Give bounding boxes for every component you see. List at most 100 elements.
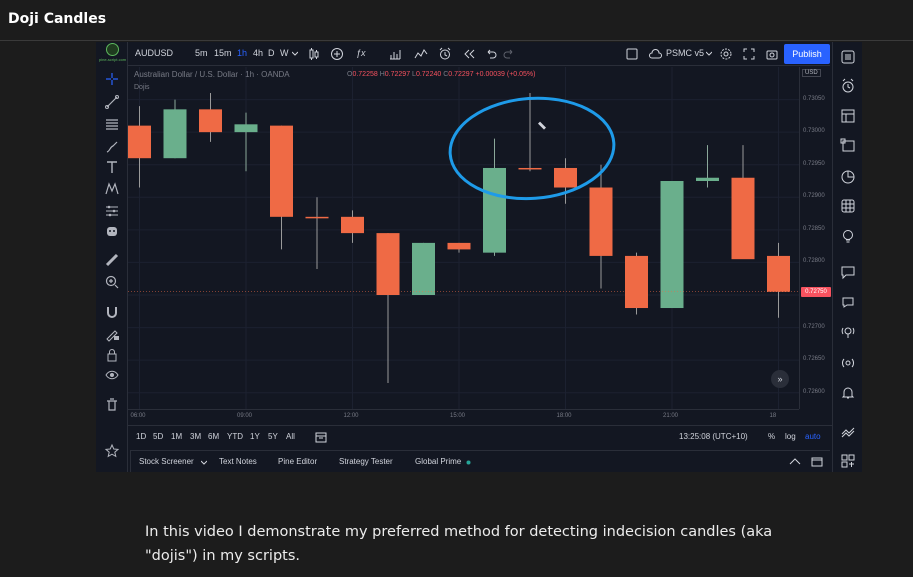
range-5y[interactable]: 5Y	[268, 432, 278, 441]
camera-icon[interactable]	[765, 47, 779, 61]
layout-select-icon[interactable]	[625, 47, 639, 61]
lock-icon[interactable]	[104, 347, 120, 363]
log-toggle[interactable]: log	[785, 432, 796, 441]
interval-15m[interactable]: 15m	[214, 48, 232, 58]
favorite-star-icon[interactable]	[104, 443, 120, 459]
fib-retracement-icon[interactable]	[104, 116, 120, 132]
streams-icon[interactable]	[840, 324, 856, 340]
settings-gear-icon[interactable]	[719, 47, 733, 61]
tab-stock-screener[interactable]: Stock Screener	[139, 457, 194, 466]
right-toolbar	[832, 42, 862, 472]
templates-icon[interactable]	[414, 47, 428, 61]
candle-type-icon[interactable]	[307, 47, 321, 61]
legend-open: 0.72258	[352, 71, 378, 78]
maximize-panel-icon[interactable]	[811, 456, 823, 468]
strategy-name[interactable]: PSMC v5	[666, 48, 704, 58]
trend-line-icon[interactable]	[104, 94, 120, 110]
fx-icon[interactable]: ƒx	[356, 48, 366, 58]
watchlist-icon[interactable]	[840, 49, 856, 65]
replay-icon[interactable]	[462, 47, 476, 61]
crosshair-icon[interactable]	[104, 71, 120, 87]
alert-clock-icon[interactable]	[438, 47, 452, 61]
price-tick-label: 0.72650	[803, 356, 825, 363]
symbol-search[interactable]: AUDUSD	[135, 48, 173, 58]
range-ytd[interactable]: YTD	[227, 432, 243, 441]
undo-icon[interactable]	[484, 47, 498, 61]
compare-plus-icon[interactable]	[330, 47, 344, 61]
tradingview-screenshot: pine-script.com AUDUSD 5m 15m 1h 4h D W …	[96, 42, 862, 472]
redo-icon[interactable]	[502, 47, 516, 61]
legend-low: 0.72240	[415, 71, 442, 78]
interval-d[interactable]: D	[268, 48, 275, 58]
chevron-down-icon[interactable]	[292, 51, 298, 57]
calendar-clock-icon[interactable]	[840, 169, 856, 185]
candle-body	[163, 109, 187, 159]
time-axis[interactable]: 06:00 09:00 12:00 15:00 18:00 21:00 18	[128, 409, 799, 423]
interval-1h[interactable]: 1h	[237, 48, 247, 58]
top-toolbar: AUDUSD 5m 15m 1h 4h D W ƒx PSMC v5	[128, 42, 830, 66]
bar-chart-icon[interactable]	[388, 47, 402, 61]
notifications-bell-icon[interactable]	[840, 385, 856, 401]
zoom-in-icon[interactable]	[104, 274, 120, 290]
candle-body	[128, 125, 151, 159]
date-range-icon[interactable]	[315, 431, 327, 443]
tab-global-prime[interactable]: Global Prime	[415, 457, 461, 466]
range-6m[interactable]: 6M	[208, 432, 219, 441]
time-tick-label: 15:00	[450, 413, 466, 419]
price-axis[interactable]: USD 0.72600 0.72650 0.72700 0.72750 0.72800 0…	[799, 67, 832, 409]
chats-icon[interactable]	[840, 264, 856, 280]
auto-toggle[interactable]: auto	[805, 432, 821, 441]
brush-icon[interactable]	[104, 139, 120, 155]
ideas-bulb-icon[interactable]	[840, 228, 856, 244]
magnet-icon[interactable]	[104, 304, 120, 320]
range-1d[interactable]: 1D	[136, 432, 146, 441]
messages-icon[interactable]	[840, 294, 856, 310]
interval-4h[interactable]: 4h	[253, 48, 263, 58]
eye-icon[interactable]	[104, 367, 120, 383]
tab-strategy-tester[interactable]: Strategy Tester	[339, 457, 393, 466]
bottom-panel-tabs: Stock Screener Text Notes Pine Editor St…	[130, 450, 830, 472]
clock-readout[interactable]: 13:25:08 (UTC+10)	[679, 432, 748, 441]
fullscreen-icon[interactable]	[742, 47, 756, 61]
range-all[interactable]: All	[286, 432, 295, 441]
prediction-icon[interactable]	[104, 203, 120, 219]
candle-body	[518, 167, 542, 170]
chart-area[interactable]	[128, 67, 799, 409]
currency-label[interactable]: USD	[802, 69, 821, 77]
ruler-icon[interactable]	[104, 252, 120, 268]
tab-pine-editor[interactable]: Pine Editor	[278, 457, 317, 466]
time-tick-label: 09:00	[237, 413, 253, 419]
text-tool-icon[interactable]	[104, 159, 120, 175]
page-title: Doji Candles	[8, 11, 107, 27]
publish-button[interactable]: Publish	[784, 44, 830, 64]
lock-drawings-icon[interactable]	[104, 326, 120, 342]
alerts-clock-icon[interactable]	[840, 78, 856, 94]
candle-body	[341, 216, 364, 234]
candle-body	[589, 187, 613, 256]
chevron-down-icon[interactable]	[201, 460, 207, 466]
interval-w[interactable]: W	[280, 48, 289, 58]
broadcast-icon[interactable]	[840, 355, 856, 371]
indicator-legend[interactable]: Dojis	[134, 84, 150, 91]
range-3m[interactable]: 3M	[190, 432, 201, 441]
scroll-to-realtime-button[interactable]: »	[771, 370, 789, 388]
range-5d[interactable]: 5D	[153, 432, 163, 441]
cloud-icon[interactable]	[648, 47, 662, 61]
interval-5m[interactable]: 5m	[195, 48, 208, 58]
range-1m[interactable]: 1M	[171, 432, 182, 441]
hotlists-icon[interactable]	[840, 137, 856, 153]
tab-text-notes[interactable]: Text Notes	[219, 457, 257, 466]
calculator-grid-icon[interactable]	[840, 198, 856, 214]
range-1y[interactable]: 1Y	[250, 432, 260, 441]
legend-ohlc: O0.72258 H0.72297 L0.72240 C0.72297 +0.0…	[347, 71, 536, 78]
time-tick-label: 18:00	[556, 413, 572, 419]
pattern-icon[interactable]	[104, 181, 120, 197]
chevron-down-icon[interactable]	[706, 51, 712, 57]
icon-tool-icon[interactable]	[104, 223, 120, 239]
collapse-up-icon[interactable]	[789, 457, 801, 467]
dom-grid-icon[interactable]	[840, 453, 856, 469]
order-panel-icon[interactable]	[840, 424, 856, 440]
percent-toggle[interactable]: %	[768, 432, 775, 441]
data-window-icon[interactable]	[840, 108, 856, 124]
trash-icon[interactable]	[104, 397, 120, 413]
